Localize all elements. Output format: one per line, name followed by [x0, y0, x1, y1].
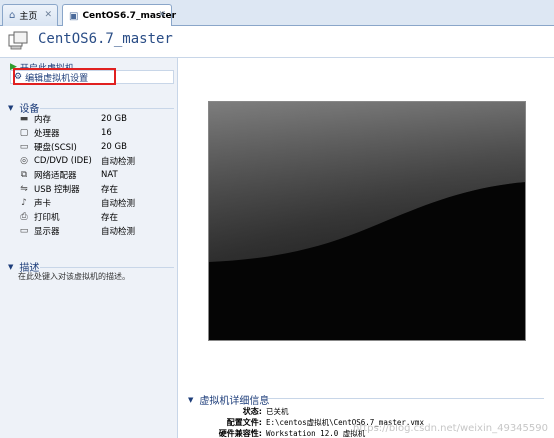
harddisk-icon: ▭ [19, 142, 29, 152]
details-section-title: 虚拟机详细信息 [199, 396, 270, 407]
detail-row-hardware: 硬件兼容性: Workstation 12.0 虚拟机 [214, 428, 365, 438]
detail-row-status: 状态: 已关机 [214, 406, 289, 417]
device-name: USB 控制器 [34, 185, 80, 195]
device-value: 存在 [101, 213, 119, 223]
device-value: 20 GB [101, 142, 127, 152]
device-name: 内存 [34, 115, 52, 125]
section-divider [40, 108, 174, 109]
tab-home[interactable]: ⌂ 主页 ✕ [2, 4, 58, 26]
device-name: 打印机 [34, 213, 60, 223]
memory-icon: ▬ [19, 114, 29, 124]
device-value: 存在 [101, 185, 119, 195]
device-row-printer[interactable]: ⎙ 打印机 存在 [18, 210, 168, 224]
device-value: 16 [101, 128, 112, 138]
collapse-icon: ▼ [8, 103, 14, 112]
printer-icon: ⎙ [20, 212, 28, 222]
device-value: 20 GB [101, 114, 127, 124]
close-icon[interactable]: ✕ [158, 10, 166, 20]
left-panel: ▶ 开启此虚拟机 ⚙ 编辑虚拟机设置 ▼ 设备 ▬ 内存 20 GB ▢ 处理器… [0, 58, 178, 438]
vm-screen-preview[interactable] [208, 101, 526, 341]
device-value: NAT [101, 170, 118, 180]
page-title: CentOS6.7_master [38, 31, 173, 47]
device-row-usb[interactable]: ⇋ USB 控制器 存在 [18, 182, 168, 196]
device-value: 自动检测 [101, 157, 136, 167]
close-icon[interactable]: ✕ [44, 10, 52, 20]
device-value: 自动检测 [101, 199, 136, 209]
device-row-cdrom[interactable]: ◎ CD/DVD (IDE) 自动检测 [18, 154, 168, 168]
detail-key: 配置文件: [226, 418, 262, 427]
detail-key: 硬件兼容性: [218, 429, 262, 438]
tab-home-label: 主页 [19, 12, 38, 22]
device-name: 网络适配器 [34, 171, 77, 181]
home-icon: ⌂ [9, 10, 16, 21]
detail-value: 已关机 [266, 407, 289, 416]
vm-icon [8, 31, 28, 50]
device-name: 声卡 [34, 199, 52, 209]
device-row-memory[interactable]: ▬ 内存 20 GB [18, 112, 168, 126]
sound-icon: ♪ [21, 198, 27, 208]
detail-key: 状态: [242, 407, 262, 416]
device-name: 硬盘(SCSI) [34, 143, 77, 153]
device-row-display[interactable]: ▭ 显示器 自动检测 [18, 224, 168, 238]
device-row-harddisk[interactable]: ▭ 硬盘(SCSI) 20 GB [18, 140, 168, 154]
collapse-icon: ▼ [8, 262, 14, 271]
cdrom-icon: ◎ [20, 156, 28, 166]
device-row-processor[interactable]: ▢ 处理器 16 [18, 126, 168, 140]
collapse-icon: ▼ [188, 395, 194, 404]
details-section-header[interactable]: ▼ 虚拟机详细信息 [188, 392, 270, 408]
highlight-box [13, 68, 116, 85]
screen-reflection [209, 102, 525, 340]
tab-vm[interactable]: ▣ CentOS6.7_master ✕ [62, 4, 176, 27]
vm-tab-icon: ▣ [69, 10, 79, 22]
description-text[interactable]: 在此处键入对该虚拟机的描述。 [18, 271, 130, 282]
right-panel: ▼ 虚拟机详细信息 状态: 已关机 配置文件: E:\centos虚拟机\Cen… [178, 58, 554, 438]
device-name: 处理器 [34, 129, 60, 139]
device-row-sound[interactable]: ♪ 声卡 自动检测 [18, 196, 168, 210]
tab-strip: ⌂ 主页 ✕ ▣ CentOS6.7_master ✕ [0, 0, 554, 27]
section-divider [268, 398, 544, 399]
usb-icon: ⇋ [20, 184, 28, 194]
device-name: CD/DVD (IDE) [34, 156, 92, 166]
device-name: 显示器 [34, 227, 60, 237]
section-divider [40, 267, 174, 268]
watermark: https://blog.csdn.net/weixin_49345590 [352, 423, 548, 434]
device-value: 自动检测 [101, 227, 136, 237]
display-icon: ▭ [19, 226, 29, 236]
network-icon: ⧉ [20, 170, 28, 180]
detail-value: Workstation 12.0 虚拟机 [266, 429, 366, 438]
device-row-network[interactable]: ⧉ 网络适配器 NAT [18, 168, 168, 182]
processor-icon: ▢ [19, 128, 29, 138]
vm-title-bar: CentOS6.7_master [0, 26, 554, 58]
